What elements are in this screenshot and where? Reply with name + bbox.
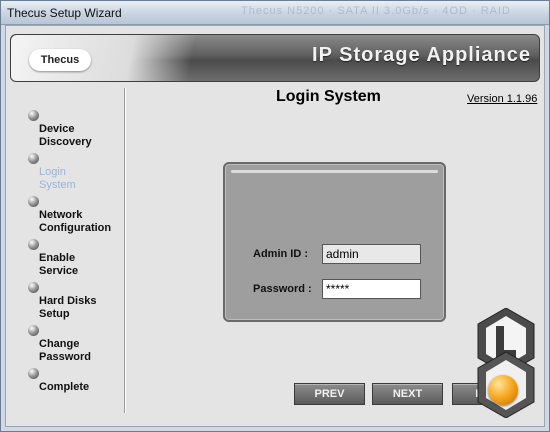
step-bullet-icon [28,325,39,336]
title-bar-background-text: Thecus N5200 · SATA II 3.0Gb/s · 4OD · R… [241,5,512,17]
window-title: Thecus Setup Wizard [7,6,122,20]
next-button[interactable]: NEXT [372,383,443,405]
admin-id-label: Admin ID : [253,248,308,260]
password-input[interactable] [322,279,421,299]
step-bullet-icon [28,368,39,379]
step-label-line2: Setup [39,308,70,320]
step-label: Network Configuration [39,209,111,235]
setup-wizard-window: Thecus N5200 · SATA II 3.0Gb/s · 4OD · R… [0,0,550,432]
step-label: Hard Disks Setup [39,295,96,321]
orange-orb-icon [488,375,518,405]
panel-highlight [231,170,438,173]
step-label: Change Password [39,338,91,364]
step-label-line1: Network [39,209,83,221]
step-label: Device Discovery [39,123,92,149]
admin-id-input[interactable] [322,244,421,264]
product-name: IP Storage Appliance [312,44,531,66]
password-label: Password : [253,283,312,295]
page-title: Login System [276,88,381,105]
prev-button[interactable]: PREV [294,383,365,405]
login-panel: Admin ID : Password : [223,162,446,322]
step-label-line2: Service [39,265,79,277]
step-label: Complete [39,381,89,394]
wizard-content: Thecus IP Storage Appliance Device Disco… [5,25,545,427]
step-label-line2: Configuration [39,222,112,234]
thecus-logo: Thecus [29,49,91,71]
title-bar[interactable]: Thecus N5200 · SATA II 3.0Gb/s · 4OD · R… [1,1,549,25]
step-label-line1: Change [39,338,80,350]
step-bullet-icon [28,196,39,207]
step-label-line2: System [39,179,76,191]
step-label-line1: Login [39,166,66,178]
step-label-line1: Complete [39,381,90,393]
step-label: Enable Service [39,252,78,278]
step-bullet-icon [28,110,39,121]
step-bullet-icon [28,239,39,250]
step-label: Login System [39,166,76,192]
header-banner: Thecus IP Storage Appliance [10,34,540,82]
step-bullet-icon [28,282,39,293]
sidebar-divider [124,88,125,413]
step-label-line2: Discovery [39,136,92,148]
step-label-line1: Hard Disks [39,295,97,307]
step-label-line1: Enable [39,252,76,264]
step-bullet-icon [28,153,39,164]
step-label-line1: Device [39,123,75,135]
step-label-line2: Password [39,351,91,363]
version-link[interactable]: Version 1.1.96 [467,93,537,105]
